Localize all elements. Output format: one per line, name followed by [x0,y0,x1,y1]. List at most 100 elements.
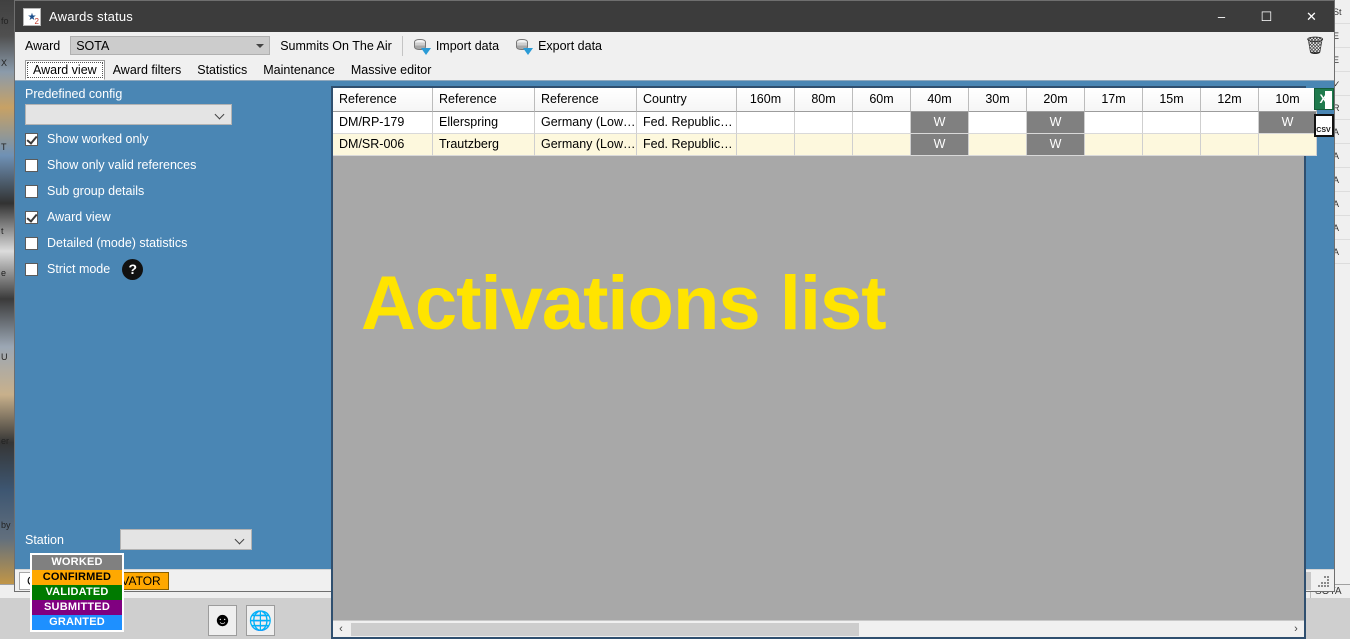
table-cell[interactable]: W [1027,112,1085,134]
checkbox-icon[interactable] [25,263,38,276]
column-header-reference[interactable]: Reference [333,88,433,112]
table-cell[interactable] [969,112,1027,134]
column-header-60m[interactable]: 60m [853,88,911,112]
legend-granted: GRANTED [32,615,122,630]
scrollbar-track[interactable] [349,622,1288,637]
tab-award-view[interactable]: Award view [25,60,105,80]
table-cell[interactable] [1085,112,1143,134]
tab-massive-editor[interactable]: Massive editor [343,60,440,80]
table-cell[interactable] [1143,112,1201,134]
table-cell[interactable]: Ellerspring [433,112,535,134]
tab-statistics[interactable]: Statistics [189,60,255,80]
column-header-reference[interactable]: Reference [535,88,637,112]
help-icon[interactable]: ? [122,259,143,280]
table-cell[interactable]: DM/SR-006 [333,134,433,156]
horizontal-scrollbar[interactable]: ‹ › [333,620,1304,637]
world-globe-button[interactable]: 🌐 [246,605,275,636]
legend-worked: WORKED [32,555,122,570]
option-label: Detailed (mode) statistics [47,236,187,250]
table-row[interactable]: DM/SR-006TrautzbergGermany (Low…Fed. Rep… [333,134,1304,156]
option-label: Show only valid references [47,158,196,172]
export-csv-button[interactable]: CSV [1311,112,1336,138]
table-cell[interactable] [1143,134,1201,156]
close-button[interactable]: ✕ [1289,1,1334,32]
column-header-country[interactable]: Country [637,88,737,112]
checkbox-icon[interactable] [25,185,38,198]
maximize-button[interactable]: ☐ [1244,1,1289,32]
option-row-show-only-valid-references[interactable]: Show only valid references [25,153,331,177]
table-cell[interactable]: Fed. Republic … [637,112,737,134]
option-row-sub-group-details[interactable]: Sub group details [25,179,331,203]
options-sidebar: Predefined config Show worked onlyShow o… [15,81,331,569]
column-header-20m[interactable]: 20m [1027,88,1085,112]
checkbox-icon[interactable] [25,133,38,146]
table-cell[interactable] [1201,112,1259,134]
table-cell[interactable] [853,112,911,134]
column-header-10m[interactable]: 10m [1259,88,1317,112]
column-header-80m[interactable]: 80m [795,88,853,112]
table-cell[interactable] [795,112,853,134]
tab-bar: Award viewAward filtersStatisticsMainten… [15,59,1334,81]
table-cell[interactable] [1201,134,1259,156]
trash-icon[interactable]: 🗑 [1304,35,1326,57]
smiley-globe-button[interactable]: ☻ [208,605,237,636]
minimize-button[interactable]: – [1199,1,1244,32]
legend-submitted: SUBMITTED [32,600,122,615]
checkbox-icon[interactable] [25,211,38,224]
grid-empty-area: Activations list [333,156,1304,620]
award-label: Award [25,39,60,53]
export-data-label: Export data [538,39,602,53]
table-cell[interactable]: Germany (Low… [535,134,637,156]
checkbox-icon[interactable] [25,237,38,250]
column-header-30m[interactable]: 30m [969,88,1027,112]
table-row[interactable]: DM/RP-179EllerspringGermany (Low…Fed. Re… [333,112,1304,134]
option-row-show-worked-only[interactable]: Show worked only [25,127,331,151]
table-cell[interactable]: W [911,112,969,134]
award-select[interactable]: SOTA [70,36,270,55]
export-data-button[interactable]: Export data [515,38,602,54]
table-cell[interactable]: W [911,134,969,156]
table-cell[interactable] [1259,134,1317,156]
predefined-config-select[interactable] [25,104,232,125]
table-cell[interactable]: DM/RP-179 [333,112,433,134]
table-cell[interactable]: W [1027,134,1085,156]
csv-icon: CSV [1314,114,1334,137]
table-cell[interactable] [853,134,911,156]
awards-status-window: ★ Awards status – ☐ ✕ Award SOTA Summits… [14,0,1335,592]
table-cell[interactable] [795,134,853,156]
column-header-40m[interactable]: 40m [911,88,969,112]
checkbox-icon[interactable] [25,159,38,172]
resize-grip[interactable] [1316,574,1330,588]
table-cell[interactable] [737,112,795,134]
column-header-17m[interactable]: 17m [1085,88,1143,112]
scroll-right-arrow[interactable]: › [1288,623,1304,635]
scrollbar-thumb[interactable] [351,623,859,636]
tab-award-filters[interactable]: Award filters [105,60,190,80]
activations-list-watermark: Activations list [361,260,886,347]
grid-header-row: ReferenceReferenceReferenceCountry160m80… [333,88,1304,112]
grid-data-rows: DM/RP-179EllerspringGermany (Low…Fed. Re… [333,112,1304,156]
export-excel-button[interactable]: X [1311,86,1336,112]
table-cell[interactable]: W [1259,112,1317,134]
option-row-award-view[interactable]: Award view [25,205,331,229]
scroll-left-arrow[interactable]: ‹ [333,623,349,635]
tab-maintenance[interactable]: Maintenance [255,60,343,80]
option-row-strict-mode[interactable]: Strict mode? [25,257,331,281]
table-cell[interactable] [1085,134,1143,156]
title-bar: ★ Awards status – ☐ ✕ [15,1,1334,32]
import-data-button[interactable]: Import data [413,38,499,54]
option-label: Strict mode [47,262,110,276]
chevron-down-icon [256,44,264,48]
table-cell[interactable]: Germany (Low… [535,112,637,134]
column-header-160m[interactable]: 160m [737,88,795,112]
column-header-15m[interactable]: 15m [1143,88,1201,112]
column-header-12m[interactable]: 12m [1201,88,1259,112]
option-row-detailed-mode-statistics[interactable]: Detailed (mode) statistics [25,231,331,255]
table-cell[interactable] [969,134,1027,156]
station-label: Station [25,533,120,547]
table-cell[interactable]: Trautzberg [433,134,535,156]
column-header-reference[interactable]: Reference [433,88,535,112]
station-select[interactable] [120,529,252,550]
table-cell[interactable]: Fed. Republic … [637,134,737,156]
table-cell[interactable] [737,134,795,156]
